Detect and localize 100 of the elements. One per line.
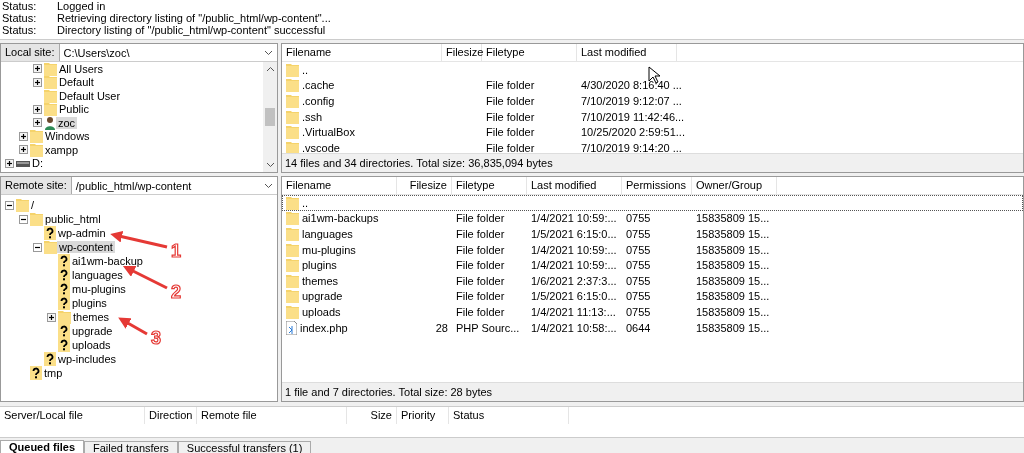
tree-item[interactable]: xampp (43, 143, 81, 156)
tree-item[interactable]: themes (71, 311, 112, 323)
table-cell: 7/10/2019 9:12:07 ... (581, 95, 682, 107)
expand-toggle[interactable] (33, 77, 42, 87)
scroll-down-icon[interactable] (265, 162, 275, 168)
file-row[interactable]: upgrade File folder 1/5/2021 6:15:0... 0755 15835809 15... (282, 288, 1023, 305)
tree-item[interactable]: mu-plugins (70, 283, 128, 295)
tree-item[interactable]: languages (70, 269, 125, 281)
column-header[interactable]: Direction (145, 407, 197, 424)
file-row[interactable]: .. (282, 62, 1023, 78)
collapse-toggle[interactable] (33, 242, 42, 252)
tree-item[interactable]: ai1wm-backup (70, 255, 145, 267)
column-header[interactable]: Filesize (397, 177, 452, 194)
folder-icon (286, 125, 299, 140)
column-header[interactable]: Permissions (622, 177, 692, 194)
user-icon (44, 115, 56, 130)
folder-icon (286, 242, 299, 257)
path-field[interactable]: /public_html/wp-content (71, 177, 277, 194)
tree-item[interactable]: public_html (43, 213, 103, 225)
file-row[interactable]: .config File folder 7/10/2019 9:12:07 ... (282, 93, 1023, 109)
file-row[interactable]: mu-plugins File folder 1/4/2021 10:59:... 0755 15835809 15... (282, 241, 1023, 258)
expand-toggle[interactable] (5, 158, 14, 168)
folder-icon (44, 62, 57, 76)
column-header[interactable]: Status (449, 407, 569, 424)
table-cell: 0755 (626, 305, 651, 318)
table-cell: 15835809 15... (696, 274, 770, 287)
table-cell: 15835809 15... (696, 259, 770, 272)
file-row[interactable]: .cache File folder 4/30/2020 8:16:40 ... (282, 77, 1023, 94)
caret-icon[interactable] (264, 49, 273, 56)
table-cell: File folder (486, 126, 535, 139)
tree-item[interactable]: / (29, 199, 37, 211)
column-header[interactable]: Filename (282, 44, 442, 61)
table-cell: mu-plugins (302, 243, 356, 256)
expand-toggle[interactable] (19, 131, 28, 141)
expand-toggle[interactable] (33, 118, 42, 128)
file-row[interactable]: .VirtualBox File folder 10/25/2020 2:59:51... (282, 124, 1023, 140)
file-row[interactable]: plugins File folder 1/4/2021 10:59:... 0755 15835809 15... (282, 257, 1023, 273)
scrollbar[interactable] (263, 62, 277, 172)
tree-item[interactable]: wp-includes (56, 353, 119, 365)
expand-toggle[interactable] (19, 145, 28, 155)
column-header[interactable]: Priority (397, 407, 449, 424)
column-header[interactable]: Size (347, 407, 397, 424)
file-row[interactable]: ai1wm-backups File folder 1/4/2021 10:59:... 0755 15835809 15... (282, 210, 1023, 227)
collapse-toggle[interactable] (19, 214, 28, 224)
folder-icon (286, 195, 299, 210)
folder-icon (286, 140, 299, 153)
question-mark-icon (30, 366, 42, 380)
column-header[interactable]: Filetype (482, 44, 577, 61)
tree-item[interactable]: plugins (70, 297, 109, 309)
column-header[interactable]: Filesize (442, 44, 482, 61)
column-header[interactable]: Server/Local file (0, 407, 145, 424)
file-row[interactable]: themes File folder 1/6/2021 2:37:3... 0755 15835809 15... (282, 272, 1023, 289)
file-row[interactable]: .vscode File folder 7/10/2019 9:14:20 ... (282, 139, 1023, 153)
table-cell: 0755 (626, 212, 651, 225)
tree-item[interactable]: uploads (70, 339, 113, 351)
column-header[interactable]: Owner/Group (692, 177, 777, 194)
file-row[interactable]: languages File folder 1/5/2021 6:15:0... 0755 15835809 15... (282, 226, 1023, 242)
queue-tab[interactable]: Failed transfers (84, 441, 178, 453)
log-message: Directory listing of "/public_html/wp-content" successful (57, 24, 326, 36)
table-cell: 15835809 15... (696, 290, 770, 303)
column-header[interactable]: Last modified (577, 44, 677, 61)
table-cell: languages (302, 228, 353, 240)
file-row[interactable]: .. (282, 195, 1023, 211)
table-cell: File folder (456, 274, 505, 287)
log-label: Status: (2, 12, 38, 24)
tree-item[interactable]: wp-content (57, 241, 115, 253)
column-header[interactable]: Remote file (197, 407, 347, 424)
table-cell: File folder (486, 141, 535, 153)
tree-item[interactable]: Windows (43, 130, 92, 143)
scrollbar-thumb[interactable] (265, 108, 275, 126)
caret-icon[interactable] (264, 182, 273, 189)
expand-toggle[interactable] (47, 312, 56, 322)
column-header[interactable]: Last modified (527, 177, 622, 194)
tree-item[interactable]: tmp (42, 367, 65, 379)
folder-icon (286, 78, 299, 93)
path-field[interactable]: C:\Users\zoc\ (59, 44, 277, 61)
tree-item[interactable]: upgrade (70, 325, 115, 337)
tree-item[interactable]: Default User (57, 89, 123, 102)
column-header[interactable]: Filename (282, 177, 397, 194)
tree-item[interactable]: Public (57, 103, 91, 116)
tree-item[interactable]: Default (57, 76, 96, 89)
table-cell: File folder (486, 79, 535, 92)
folder-icon (44, 240, 57, 254)
queue-tab[interactable]: Queued files (0, 440, 85, 453)
tree-item[interactable]: wp-admin (56, 227, 108, 239)
question-mark-icon (58, 268, 70, 282)
drive-icon (16, 159, 30, 168)
column-header[interactable]: Filetype (452, 177, 527, 194)
file-row[interactable]: uploads File folder 1/4/2021 11:13:... 0755 15835809 15... (282, 304, 1023, 320)
collapse-toggle[interactable] (5, 200, 14, 210)
expand-toggle[interactable] (33, 64, 42, 74)
file-row[interactable]: index.php 28 PHP Sourc... 1/4/2021 10:58:... 0644 15835809 15... (282, 319, 1023, 336)
scroll-up-icon[interactable] (265, 66, 275, 72)
tree-item[interactable]: D: (30, 157, 45, 170)
folder-icon (30, 212, 43, 226)
log-label: Status: (2, 0, 38, 12)
file-row[interactable]: .ssh File folder 7/10/2019 11:42:46... (282, 108, 1023, 125)
tree-item[interactable]: All Users (57, 62, 105, 75)
expand-toggle[interactable] (33, 104, 42, 114)
tree-item[interactable]: zoc (56, 116, 78, 129)
